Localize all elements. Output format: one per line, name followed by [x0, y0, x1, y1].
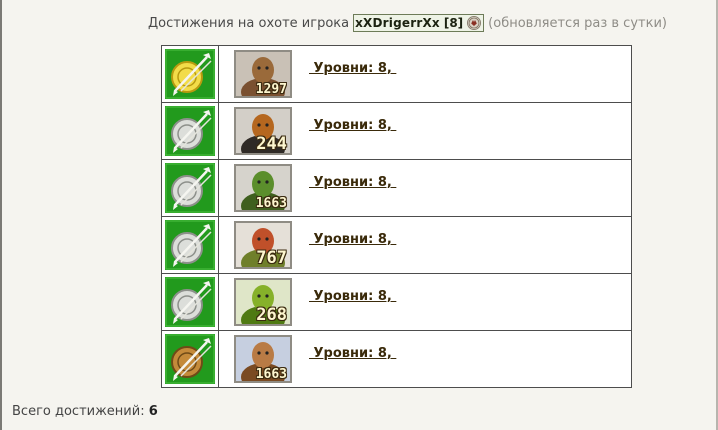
- achievement-row: 1663 Уровни: 8,: [161, 159, 632, 217]
- silver-medal-icon[interactable]: [165, 220, 215, 270]
- hooded-monk-portrait[interactable]: 1663: [234, 335, 292, 383]
- bat-demon-portrait[interactable]: 1297: [234, 50, 292, 98]
- levels-link[interactable]: Уровни: 8,: [309, 346, 396, 361]
- medal-cell: [161, 45, 219, 103]
- header-prefix: Достижения на охоте игрока: [148, 15, 350, 31]
- achievement-row: 268 Уровни: 8,: [161, 273, 632, 331]
- medal-cell: [161, 330, 219, 388]
- achievements-table: 1297 Уровни: 8, 244 Уровни: 8, 1663 Уров…: [161, 45, 632, 388]
- kill-count: 244: [256, 134, 287, 154]
- red-gremlin-portrait[interactable]: 767: [234, 221, 292, 269]
- levels-link[interactable]: Уровни: 8,: [309, 289, 396, 304]
- achievement-row: 1297 Уровни: 8,: [161, 45, 632, 103]
- achievement-row: 1663 Уровни: 8,: [161, 330, 632, 388]
- monster-cell: 1663 Уровни: 8,: [218, 330, 632, 388]
- levels-link[interactable]: Уровни: 8,: [309, 61, 396, 76]
- kill-count: 268: [256, 305, 287, 325]
- levels-link[interactable]: Уровни: 8,: [309, 232, 396, 247]
- page-header: Достижения на охоте игрока xXDrigerrXx […: [148, 14, 667, 32]
- kill-count: 767: [256, 248, 287, 268]
- player-info-icon[interactable]: [467, 16, 482, 30]
- green-lizard-portrait[interactable]: 268: [234, 278, 292, 326]
- monster-cell: 1297 Уровни: 8,: [218, 45, 632, 103]
- armored-warrior-portrait[interactable]: 244: [234, 107, 292, 155]
- kill-count: 1663: [255, 196, 287, 211]
- monster-cell: 268 Уровни: 8,: [218, 273, 632, 331]
- gold-medal-icon[interactable]: [165, 49, 215, 99]
- medal-cell: [161, 216, 219, 274]
- monster-cell: 244 Уровни: 8,: [218, 102, 632, 160]
- medal-cell: [161, 159, 219, 217]
- silver-medal-icon[interactable]: [165, 163, 215, 213]
- total-label: Всего достижений:: [12, 404, 145, 419]
- kill-count: 1297: [255, 82, 287, 97]
- player-level: [8]: [443, 16, 464, 30]
- achievement-row: 767 Уровни: 8,: [161, 216, 632, 274]
- achievement-row: 244 Уровни: 8,: [161, 102, 632, 160]
- total-achievements: Всего достижений: 6: [12, 404, 158, 419]
- monster-cell: 1663 Уровни: 8,: [218, 159, 632, 217]
- player-name-link[interactable]: xXDrigerrXx: [355, 16, 440, 30]
- monster-cell: 767 Уровни: 8,: [218, 216, 632, 274]
- bronze-medal-icon[interactable]: [165, 334, 215, 384]
- silver-medal-icon[interactable]: [165, 277, 215, 327]
- update-note: (обновляется раз в сутки): [488, 15, 667, 31]
- total-value: 6: [148, 404, 158, 419]
- levels-link[interactable]: Уровни: 8,: [309, 175, 396, 190]
- green-goblin-portrait[interactable]: 1663: [234, 164, 292, 212]
- levels-link[interactable]: Уровни: 8,: [309, 118, 396, 133]
- window-left-border: [0, 0, 2, 430]
- player-badge[interactable]: xXDrigerrXx [8]: [353, 14, 485, 32]
- silver-medal-icon[interactable]: [165, 106, 215, 156]
- medal-cell: [161, 102, 219, 160]
- kill-count: 1663: [255, 367, 287, 382]
- medal-cell: [161, 273, 219, 331]
